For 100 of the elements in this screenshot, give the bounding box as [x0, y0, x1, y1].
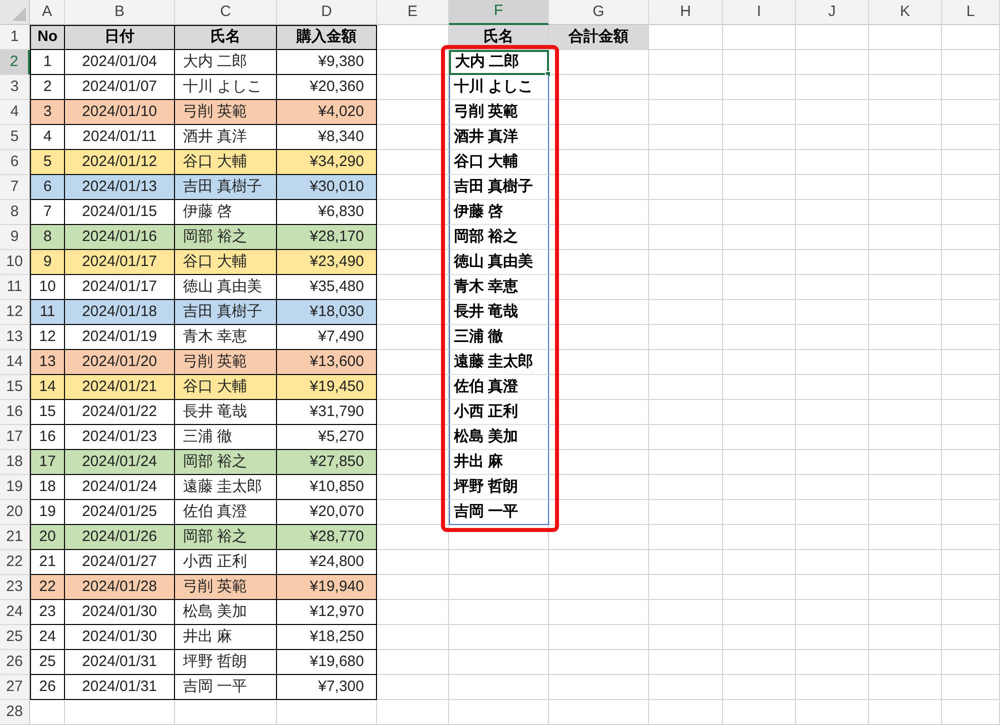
table-cell: ¥19,450 [277, 375, 377, 400]
table-cell: 2024/01/23 [65, 425, 175, 450]
name-cell[interactable]: 酒井 真洋 [449, 125, 549, 150]
row-header[interactable]: 15 [0, 375, 30, 400]
name-cell[interactable]: 長井 竜哉 [449, 300, 549, 325]
table-cell: 2024/01/10 [65, 100, 175, 125]
table-cell: 9 [30, 250, 65, 275]
name-cell[interactable]: 井出 麻 [449, 450, 549, 475]
table-cell: 6 [30, 175, 65, 200]
table-cell: 5 [30, 150, 65, 175]
row-header[interactable]: 1 [0, 25, 30, 50]
row-header[interactable]: 6 [0, 150, 30, 175]
row-header[interactable]: 13 [0, 325, 30, 350]
table-cell: ¥18,250 [277, 625, 377, 650]
row-header[interactable]: 28 [0, 700, 30, 725]
row-header[interactable]: 7 [0, 175, 30, 200]
column-header[interactable]: H [649, 0, 723, 25]
row-header[interactable]: 14 [0, 350, 30, 375]
table-cell: 2024/01/16 [65, 225, 175, 250]
table-cell: 17 [30, 450, 65, 475]
table-cell: 8 [30, 225, 65, 250]
table-cell: 2024/01/30 [65, 625, 175, 650]
row-header[interactable]: 20 [0, 500, 30, 525]
row-header[interactable]: 23 [0, 575, 30, 600]
column-header[interactable]: I [723, 0, 796, 25]
row-header[interactable]: 5 [0, 125, 30, 150]
name-cell[interactable]: 谷口 大輔 [449, 150, 549, 175]
column-header[interactable]: E [377, 0, 449, 25]
row-header[interactable]: 16 [0, 400, 30, 425]
table-cell: 2024/01/22 [65, 400, 175, 425]
name-cell[interactable]: 大内 二郎 [449, 50, 549, 75]
name-cell[interactable]: 三浦 徹 [449, 325, 549, 350]
table-cell: 松島 美加 [175, 600, 277, 625]
table-cell: 20 [30, 525, 65, 550]
name-cell[interactable]: 十川 よしこ [449, 75, 549, 100]
table-cell: 弓削 英範 [175, 575, 277, 600]
table-cell: ¥20,360 [277, 75, 377, 100]
name-cell[interactable]: 佐伯 真澄 [449, 375, 549, 400]
table-cell: 2024/01/18 [65, 300, 175, 325]
name-cell[interactable]: 小西 正利 [449, 400, 549, 425]
row-header[interactable]: 25 [0, 625, 30, 650]
table-cell: ¥27,850 [277, 450, 377, 475]
table-cell: 22 [30, 575, 65, 600]
row-header[interactable]: 27 [0, 675, 30, 700]
row-header[interactable]: 19 [0, 475, 30, 500]
column-header[interactable]: F [449, 0, 549, 25]
row-header[interactable]: 9 [0, 225, 30, 250]
column-header[interactable]: J [796, 0, 869, 25]
row-header[interactable]: 12 [0, 300, 30, 325]
column-header[interactable]: B [65, 0, 175, 25]
table-cell: 18 [30, 475, 65, 500]
table-cell: 24 [30, 625, 65, 650]
row-header[interactable]: 22 [0, 550, 30, 575]
column-header[interactable]: G [549, 0, 649, 25]
table-cell: ¥20,070 [277, 500, 377, 525]
name-cell[interactable]: 青木 幸恵 [449, 275, 549, 300]
name-cell[interactable]: 吉岡 一平 [449, 500, 549, 525]
row-header[interactable]: 24 [0, 600, 30, 625]
name-cell[interactable]: 松島 美加 [449, 425, 549, 450]
header-cell: No [30, 25, 65, 50]
table-cell: 2024/01/12 [65, 150, 175, 175]
column-header[interactable]: C [175, 0, 277, 25]
row-header[interactable]: 17 [0, 425, 30, 450]
row-header[interactable]: 8 [0, 200, 30, 225]
row-header[interactable]: 18 [0, 450, 30, 475]
row-header[interactable]: 26 [0, 650, 30, 675]
name-cell[interactable]: 遠藤 圭太郎 [449, 350, 549, 375]
name-cell[interactable]: 坪野 哲朗 [449, 475, 549, 500]
row-header[interactable]: 2 [0, 50, 30, 75]
table-cell: 徳山 真由美 [175, 275, 277, 300]
table-cell: ¥7,300 [277, 675, 377, 700]
table-cell: 坪野 哲朗 [175, 650, 277, 675]
table-cell: 1 [30, 50, 65, 75]
table-cell: 弓削 英範 [175, 350, 277, 375]
column-header[interactable]: K [869, 0, 942, 25]
row-header[interactable]: 4 [0, 100, 30, 125]
name-cell[interactable]: 吉田 真樹子 [449, 175, 549, 200]
table-cell: 谷口 大輔 [175, 375, 277, 400]
row-header[interactable]: 21 [0, 525, 30, 550]
row-header[interactable]: 10 [0, 250, 30, 275]
table-cell: ¥5,270 [277, 425, 377, 450]
row-header[interactable]: 11 [0, 275, 30, 300]
column-header[interactable]: D [277, 0, 377, 25]
table-cell: ¥12,970 [277, 600, 377, 625]
name-cell[interactable]: 伊藤 啓 [449, 200, 549, 225]
column-header[interactable]: L [942, 0, 1000, 25]
column-header[interactable]: A [30, 0, 65, 25]
table-cell: ¥10,850 [277, 475, 377, 500]
table-cell: 谷口 大輔 [175, 150, 277, 175]
table-cell: 26 [30, 675, 65, 700]
table-cell: 三浦 徹 [175, 425, 277, 450]
name-cell[interactable]: 弓削 英範 [449, 100, 549, 125]
name-cell[interactable]: 徳山 真由美 [449, 250, 549, 275]
row-header[interactable]: 3 [0, 75, 30, 100]
table-cell: ¥18,030 [277, 300, 377, 325]
table-cell: 十川 よしこ [175, 75, 277, 100]
select-all-corner[interactable] [0, 0, 30, 25]
table-cell: 大内 二郎 [175, 50, 277, 75]
table-cell: 2024/01/19 [65, 325, 175, 350]
name-cell[interactable]: 岡部 裕之 [449, 225, 549, 250]
